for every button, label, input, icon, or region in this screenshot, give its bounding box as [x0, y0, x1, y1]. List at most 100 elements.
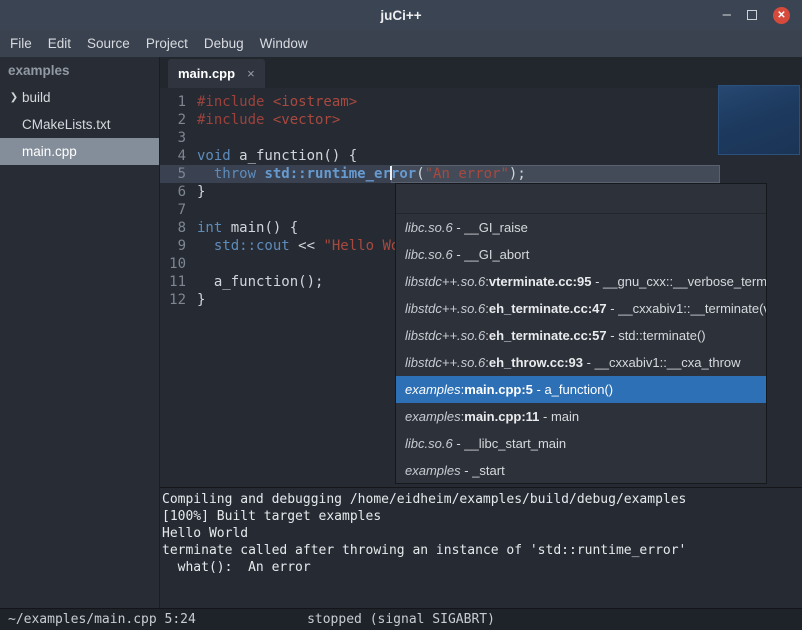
chevron-right-icon: ❯ [6, 92, 22, 103]
frame-separator: - [607, 328, 619, 343]
frame-separator: - [539, 409, 551, 424]
code-segment: } [197, 184, 205, 200]
code-segment: <iostream> [273, 94, 357, 110]
frame-module: libc.so.6 [405, 247, 453, 262]
code-segment [197, 238, 214, 254]
project-name-header: examples [0, 57, 159, 84]
minimize-button[interactable]: – [723, 10, 731, 20]
frame-function: _start [472, 463, 505, 478]
frame-location: main.cpp:5 [464, 382, 533, 397]
tab-close-icon[interactable]: × [247, 66, 255, 81]
frame-function: __gnu_cxx::__verbose_terminate_handler() [603, 274, 766, 289]
frame-module: libstdc++.so.6 [405, 274, 485, 289]
menu-project[interactable]: Project [138, 36, 196, 51]
frame-module: examples [405, 463, 461, 478]
sidebar-item-cmakelists-txt[interactable]: CMakeLists.txt [0, 111, 159, 138]
code-segment: "An error" [425, 166, 509, 182]
stack-frame-item[interactable]: libc.so.6 - __GI_abort [396, 241, 766, 268]
code-editor[interactable]: 1#include <iostream>2#include <vector>34… [160, 88, 802, 487]
code-line-3[interactable]: 3 [160, 129, 802, 147]
frame-separator: - [607, 301, 619, 316]
stack-frame-item[interactable]: examples:main.cpp:11 - main [396, 403, 766, 430]
menu-edit[interactable]: Edit [40, 36, 79, 51]
debug-output-panel[interactable]: Compiling and debugging /home/eidheim/ex… [160, 487, 802, 608]
stack-frame-item[interactable]: libstdc++.so.6:vterminate.cc:95 - __gnu_… [396, 268, 766, 295]
frame-separator: - [591, 274, 603, 289]
frame-module: libstdc++.so.6 [405, 328, 485, 343]
code-segment: void [197, 148, 231, 164]
code-line-5[interactable]: 5 throw std::runtime_error("An error"); [160, 165, 802, 183]
menu-window[interactable]: Window [252, 36, 316, 51]
code-segment: std::runtime_er [264, 166, 390, 182]
line-number: 10 [160, 255, 192, 273]
menu-file[interactable]: File [2, 36, 40, 51]
frame-separator: - [583, 355, 595, 370]
jucipp-window: juCi++ – ✕ FileEditSourceProjectDebugWin… [0, 0, 802, 630]
code-text: } [192, 183, 205, 201]
code-segment: #include [197, 112, 273, 128]
code-segment: main() { [222, 220, 298, 236]
code-text [192, 129, 197, 147]
code-segment: <vector> [273, 112, 340, 128]
window-controls: – ✕ [723, 7, 802, 24]
frame-function: __libc_start_main [464, 436, 566, 451]
menu-debug[interactable]: Debug [196, 36, 252, 51]
frame-separator: - [461, 463, 473, 478]
code-text: void a_function() { [192, 147, 357, 165]
code-segment: int [197, 220, 222, 236]
stack-frame-item[interactable]: examples:main.cpp:5 - a_function() [396, 376, 766, 403]
line-number: 9 [160, 237, 192, 255]
code-text: throw std::runtime_error("An error"); [192, 165, 526, 183]
line-number: 8 [160, 219, 192, 237]
code-segment: std::cout [214, 238, 290, 254]
code-text: #include <iostream> [192, 93, 357, 111]
tab-main-cpp[interactable]: main.cpp × [168, 59, 265, 88]
stack-frame-item[interactable]: libc.so.6 - __GI_raise [396, 214, 766, 241]
code-text: } [192, 291, 205, 309]
frame-function: __cxxabiv1::__cxa_throw [595, 355, 741, 370]
tab-label: main.cpp [178, 66, 235, 81]
menu-source[interactable]: Source [79, 36, 138, 51]
frame-separator: - [453, 436, 465, 451]
stack-frame-item[interactable]: libstdc++.so.6:eh_terminate.cc:47 - __cx… [396, 295, 766, 322]
stack-frame-list: libc.so.6 - __GI_raiselibc.so.6 - __GI_a… [396, 214, 766, 484]
stack-frame-item[interactable]: libc.so.6 - __libc_start_main [396, 430, 766, 457]
file-location-status: ~/examples/main.cpp 5:24 [0, 612, 196, 627]
code-text [192, 201, 197, 219]
line-number: 3 [160, 129, 192, 147]
frame-module: examples [405, 382, 461, 397]
line-number: 7 [160, 201, 192, 219]
code-line-4[interactable]: 4void a_function() { [160, 147, 802, 165]
output-line: what(): An error [162, 559, 800, 576]
stack-frame-item[interactable]: examples - _start [396, 457, 766, 484]
tree-item-label: main.cpp [22, 144, 77, 159]
code-segment: a_function() { [231, 148, 357, 164]
sidebar-item-main-cpp[interactable]: main.cpp [0, 138, 159, 165]
stack-frame-item[interactable]: libstdc++.so.6:eh_terminate.cc:57 - std:… [396, 322, 766, 349]
close-button[interactable]: ✕ [773, 7, 790, 24]
line-number: 12 [160, 291, 192, 309]
file-tree-sidebar: examples ❯build CMakeLists.txt main.cpp [0, 57, 160, 608]
code-line-2[interactable]: 2#include <vector> [160, 111, 802, 129]
titlebar[interactable]: juCi++ – ✕ [0, 0, 802, 30]
frame-function: main [551, 409, 579, 424]
tree-item-label: build [22, 90, 51, 105]
stack-frame-item[interactable]: libstdc++.so.6:eh_throw.cc:93 - __cxxabi… [396, 349, 766, 376]
sidebar-item-build[interactable]: ❯build [0, 84, 159, 111]
output-line: terminate called after throwing an insta… [162, 542, 800, 559]
line-number: 11 [160, 273, 192, 291]
frame-separator: - [453, 247, 465, 262]
code-line-1[interactable]: 1#include <iostream> [160, 93, 802, 111]
window-title: juCi++ [0, 8, 802, 23]
frame-separator: - [533, 382, 545, 397]
file-tree: ❯build CMakeLists.txt main.cpp [0, 84, 159, 165]
frame-function: __GI_abort [464, 247, 529, 262]
maximize-button[interactable] [747, 10, 757, 20]
doc-tooltip [718, 85, 800, 155]
tree-item-label: CMakeLists.txt [22, 117, 111, 132]
code-segment: << [290, 238, 324, 254]
code-segment: ror [391, 166, 416, 182]
frame-function: std::terminate() [618, 328, 705, 343]
code-segment: #include [197, 94, 273, 110]
code-segment: a_function(); [197, 274, 323, 290]
